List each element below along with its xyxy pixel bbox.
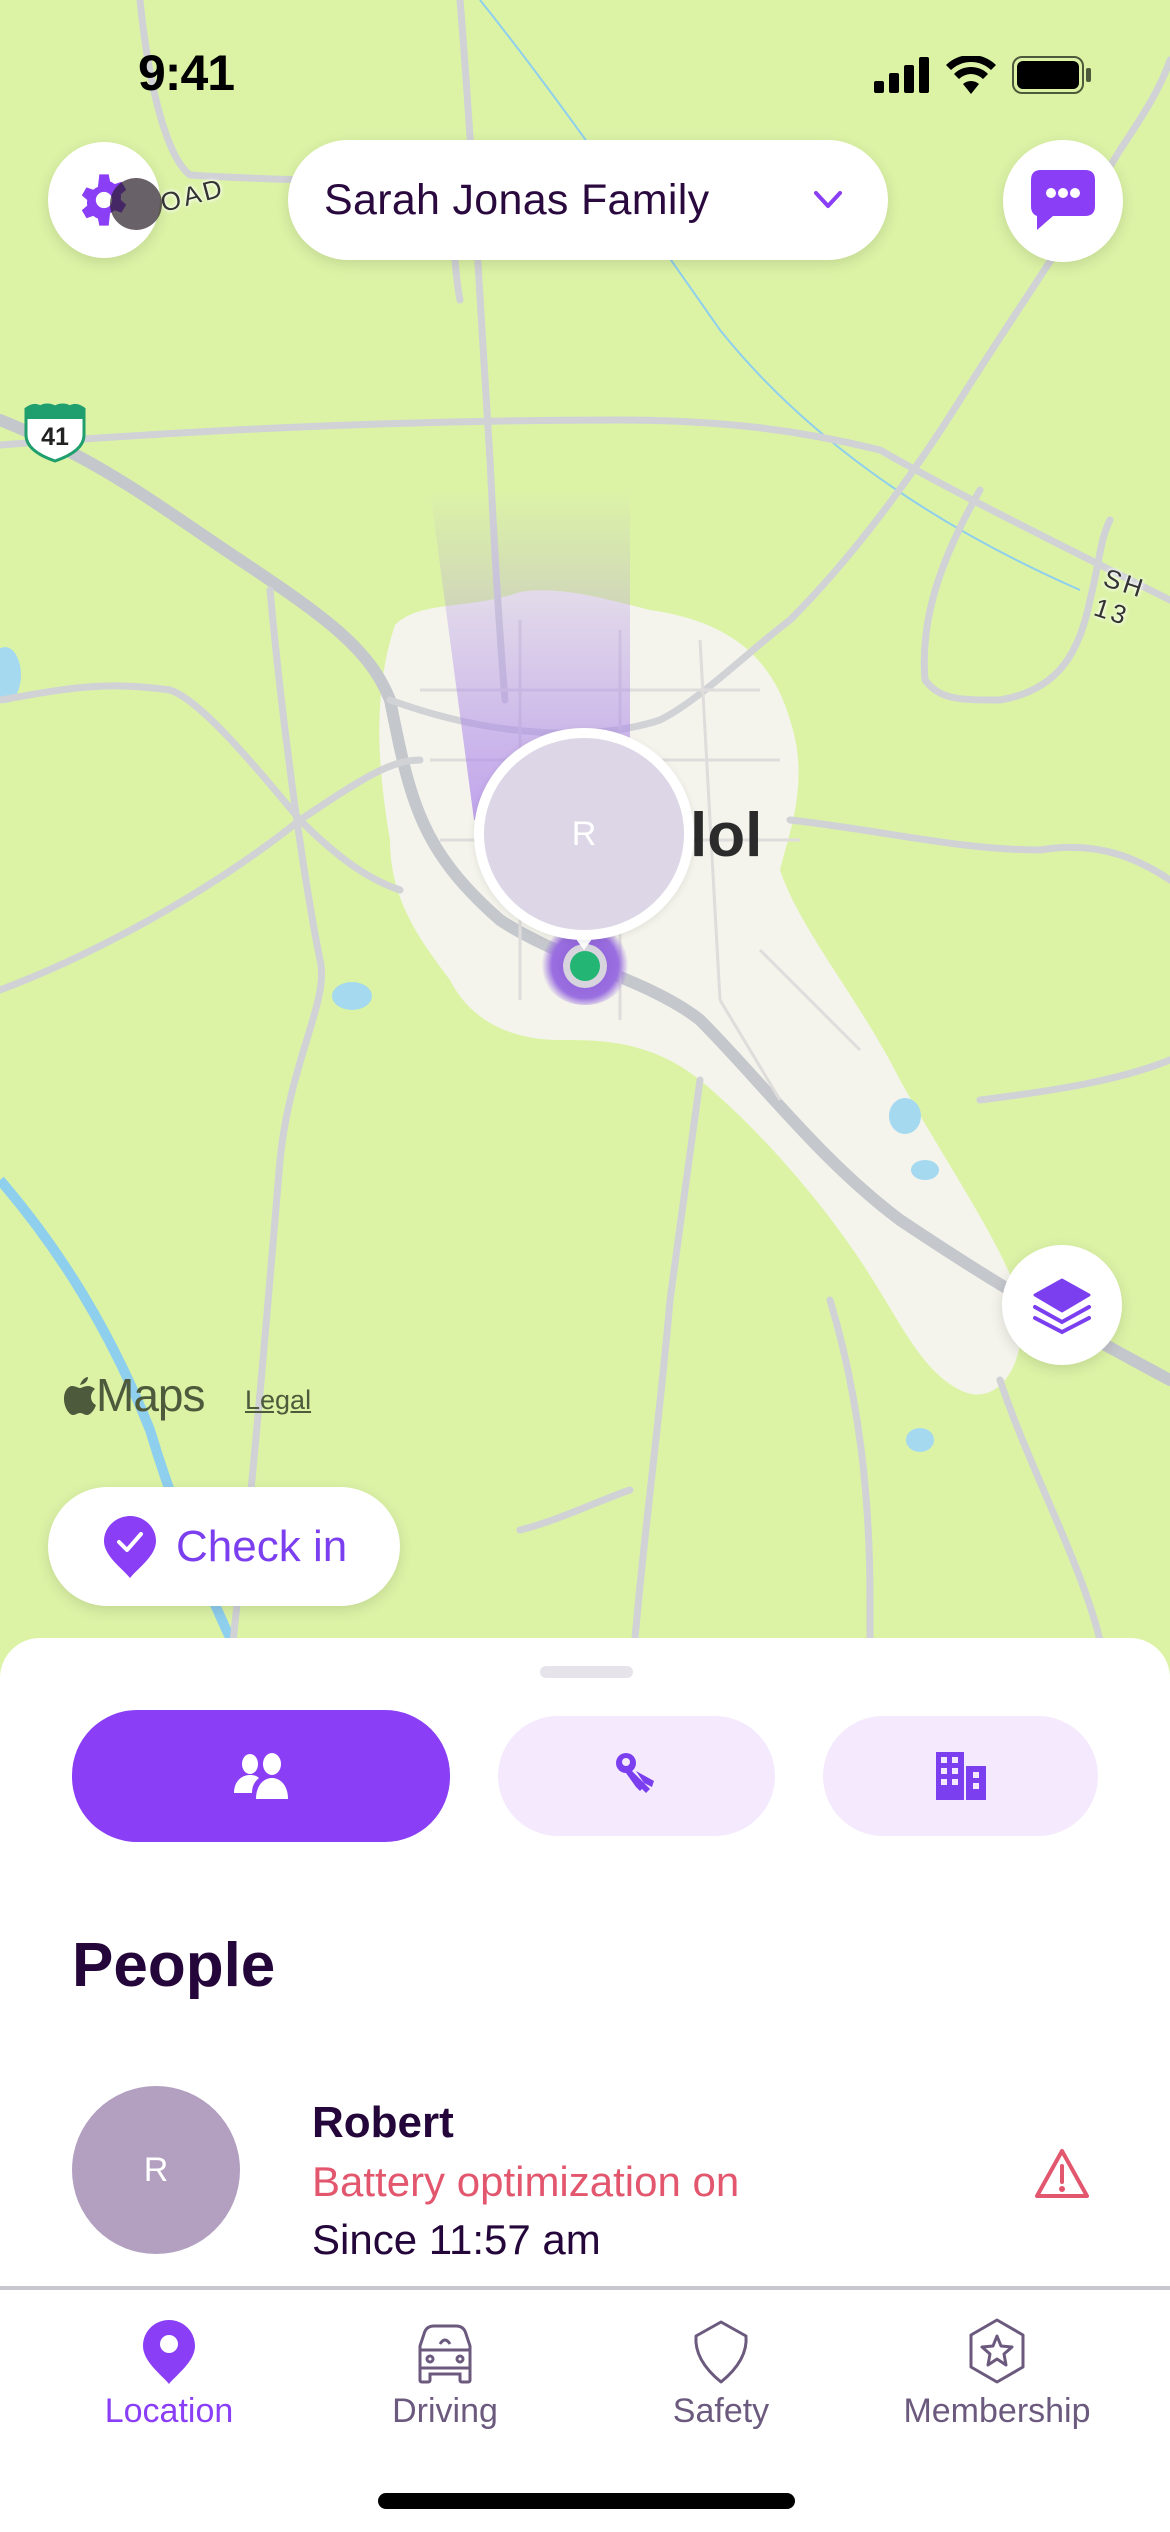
tab-places[interactable] bbox=[823, 1716, 1098, 1836]
status-icons bbox=[874, 56, 1092, 94]
touch-indicator bbox=[110, 178, 162, 230]
maps-attribution: Maps bbox=[64, 1368, 205, 1422]
lake bbox=[889, 1098, 921, 1134]
battery-icon bbox=[1012, 56, 1091, 94]
family-selector[interactable]: Sarah Jonas Family bbox=[288, 140, 888, 260]
member-bubble-initial: R bbox=[571, 814, 597, 853]
sheet-drag-handle[interactable] bbox=[540, 1666, 633, 1678]
nav-driving[interactable]: Driving bbox=[305, 2298, 585, 2438]
chat-bubble-icon bbox=[1031, 170, 1095, 230]
warning-icon[interactable] bbox=[1034, 2148, 1090, 2200]
people-icon bbox=[234, 1753, 288, 1799]
avatar-initial: R bbox=[143, 2150, 169, 2189]
person-since: Since 11:57 am bbox=[312, 2216, 601, 2263]
check-in-label: Check in bbox=[176, 1521, 348, 1571]
bottom-sheet: People R Robert Battery optimization on … bbox=[0, 1638, 1170, 2532]
lake bbox=[332, 982, 372, 1010]
apple-logo-icon bbox=[64, 1377, 96, 1415]
star-badge-icon bbox=[969, 2318, 1025, 2384]
river bbox=[0, 1176, 265, 1700]
keys-icon bbox=[615, 1753, 654, 1793]
check-in-button[interactable]: Check in bbox=[48, 1487, 400, 1606]
highway-number: 41 bbox=[41, 423, 69, 451]
map-layers-button[interactable] bbox=[1002, 1245, 1122, 1365]
wifi-icon bbox=[946, 56, 996, 94]
person-list-item[interactable]: R Robert Battery optimization on Since 1… bbox=[0, 2058, 1170, 2286]
nav-divider bbox=[0, 2286, 1170, 2290]
messages-button[interactable] bbox=[1003, 140, 1123, 262]
lake bbox=[911, 1160, 939, 1180]
maps-attribution-text: Maps bbox=[96, 1369, 205, 1421]
status-time: 9:41 bbox=[138, 45, 235, 101]
car-icon bbox=[418, 2324, 472, 2384]
nav-safety[interactable]: Safety bbox=[581, 2298, 861, 2438]
nav-label: Location bbox=[104, 2392, 234, 2430]
tab-people[interactable] bbox=[72, 1710, 450, 1842]
tab-items[interactable] bbox=[498, 1716, 775, 1836]
layers-icon bbox=[1033, 1278, 1091, 1335]
nav-membership[interactable]: Membership bbox=[857, 2298, 1137, 2438]
member-bubble[interactable]: R bbox=[474, 728, 694, 940]
person-name: Robert bbox=[312, 2098, 454, 2147]
legal-link[interactable]: Legal bbox=[245, 1385, 311, 1416]
lake bbox=[906, 1428, 934, 1452]
shield-icon bbox=[694, 2320, 748, 2384]
section-title: People bbox=[72, 1931, 276, 2000]
location-pin-icon bbox=[143, 2320, 195, 2384]
building-icon bbox=[935, 1752, 986, 1800]
highway-shield: 41 bbox=[22, 403, 88, 463]
chevron-down-icon bbox=[814, 191, 842, 208]
nav-label: Safety bbox=[672, 2392, 770, 2430]
family-name: Sarah Jonas Family bbox=[324, 175, 710, 224]
member-status-dot bbox=[570, 951, 600, 981]
person-status: Battery optimization on bbox=[312, 2158, 740, 2205]
map-view[interactable]: 9:41 OAD SH 13 41 Sarah Jonas Family lol… bbox=[0, 0, 1170, 1700]
home-indicator[interactable] bbox=[378, 2493, 795, 2509]
nav-location[interactable]: Location bbox=[29, 2298, 309, 2438]
town-label: lol bbox=[690, 801, 763, 870]
nav-label: Membership bbox=[903, 2392, 1091, 2430]
cellular-signal-icon bbox=[874, 57, 929, 93]
avatar: R bbox=[72, 2086, 240, 2254]
nav-label: Driving bbox=[392, 2392, 498, 2430]
check-in-pin-icon bbox=[104, 1515, 156, 1578]
